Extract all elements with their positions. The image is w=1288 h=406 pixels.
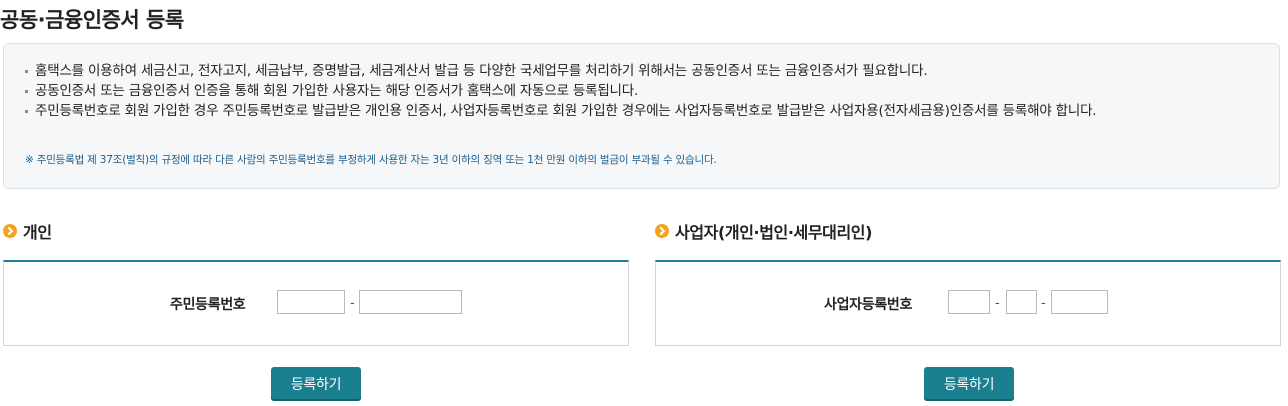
rrn-back-input[interactable] bbox=[359, 290, 462, 314]
certificate-registration-page: 공동·금융인증서 등록 홈택스를 이용하여 세금신고, 전자고지, 세금납부, … bbox=[0, 0, 1288, 406]
business-heading-text: 사업자(개인·법인·세무대리인) bbox=[675, 223, 873, 242]
notice-item: 주민등록번호로 회원 가입한 경우 주민등록번호로 발급받은 개인용 인증서, … bbox=[24, 101, 1225, 121]
notice-item-text: 주민등록번호로 회원 가입한 경우 주민등록번호로 발급받은 개인용 인증서, … bbox=[35, 103, 1097, 119]
brn-dash-2: - bbox=[1041, 296, 1046, 311]
rrn-front-input[interactable] bbox=[277, 290, 345, 314]
legal-warning-text: ※ 주민등록법 제 37조(벌칙)의 규정에 따라 다른 사람의 주민등록번호를… bbox=[25, 154, 717, 166]
notice-item-text: 공동인증서 또는 금융인증서 인증을 통해 회원 가입한 사용자는 해당 인증서… bbox=[35, 83, 639, 99]
bullet-dot-icon bbox=[25, 110, 28, 113]
page-title: 공동·금융인증서 등록 bbox=[0, 8, 184, 32]
notice-item: 홈택스를 이용하여 세금신고, 전자고지, 세금납부, 증명발급, 세금계산서 … bbox=[24, 61, 1225, 81]
personal-heading-text: 개인 bbox=[23, 223, 52, 242]
bullet-dot-icon bbox=[25, 70, 28, 73]
personal-register-button[interactable]: 등록하기 bbox=[271, 367, 361, 401]
notice-item-text: 홈택스를 이용하여 세금신고, 전자고지, 세금납부, 증명발급, 세금계산서 … bbox=[35, 63, 928, 79]
rrn-dash: - bbox=[350, 296, 355, 311]
chevron-circle-icon bbox=[655, 224, 669, 238]
personal-form-panel: 주민등록번호 - bbox=[3, 260, 629, 346]
business-form-panel: 사업자등록번호 - - bbox=[655, 260, 1281, 346]
brn-part3-input[interactable] bbox=[1051, 290, 1108, 314]
notice-box: 홈택스를 이용하여 세금신고, 전자고지, 세금납부, 증명발급, 세금계산서 … bbox=[3, 43, 1280, 189]
notice-list: 홈택스를 이용하여 세금신고, 전자고지, 세금납부, 증명발급, 세금계산서 … bbox=[24, 61, 1225, 121]
brn-part2-input[interactable] bbox=[1006, 290, 1037, 314]
notice-item: 공동인증서 또는 금융인증서 인증을 통해 회원 가입한 사용자는 해당 인증서… bbox=[24, 81, 1225, 101]
brn-label: 사업자등록번호 bbox=[824, 297, 913, 313]
personal-section-heading: 개인 bbox=[3, 219, 52, 243]
business-register-button[interactable]: 등록하기 bbox=[924, 367, 1014, 401]
chevron-circle-icon bbox=[3, 224, 17, 238]
brn-part1-input[interactable] bbox=[948, 290, 990, 314]
business-section-heading: 사업자(개인·법인·세무대리인) bbox=[655, 219, 872, 243]
rrn-label: 주민등록번호 bbox=[170, 297, 246, 313]
brn-dash-1: - bbox=[995, 296, 1000, 311]
bullet-dot-icon bbox=[25, 90, 28, 93]
